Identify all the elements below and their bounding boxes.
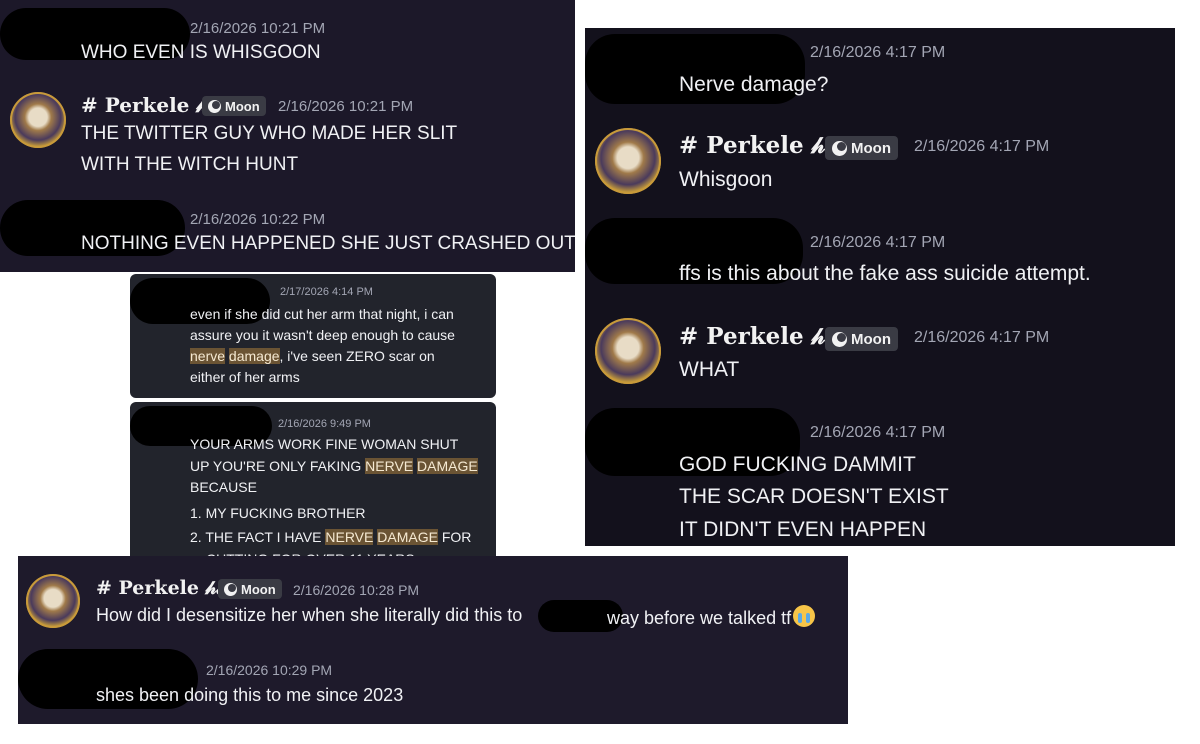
loudly-crying-face-icon xyxy=(793,605,816,627)
moon-icon xyxy=(832,331,847,347)
message-timestamp: 2/16/2026 9:49 PM xyxy=(278,418,371,430)
message-text: THE SCAR DOESN'T EXIST xyxy=(679,485,949,508)
message-text: shes been doing this to me since 2023 xyxy=(96,685,404,705)
role-badge: Moon xyxy=(825,327,898,351)
user-avatar[interactable] xyxy=(26,574,80,628)
user-avatar[interactable] xyxy=(10,92,66,148)
message-timestamp: 2/16/2026 10:21 PM xyxy=(190,20,326,37)
user-avatar[interactable] xyxy=(595,128,661,194)
search-highlight: damage xyxy=(228,348,280,364)
list-item: 1. MY FUCKING BROTHER xyxy=(190,505,366,521)
message-text: way before we talked tf xyxy=(607,605,816,629)
message-timestamp: 2/16/2026 4:17 PM xyxy=(810,44,946,61)
moon-icon xyxy=(224,582,237,596)
message-text: How did I desensitize her when she liter… xyxy=(96,605,523,625)
message-timestamp: 2/16/2026 10:29 PM xyxy=(206,662,333,678)
message-text: BECAUSE xyxy=(190,479,257,495)
screenshot-panel-right: 2/16/2026 4:17 PM Nerve damage? # Perkel… xyxy=(585,28,1175,546)
message-timestamp: 2/16/2026 10:22 PM xyxy=(190,211,326,228)
role-badge: Moon xyxy=(202,96,266,116)
message-text-segment: 2. THE FACT I HAVE xyxy=(190,529,326,545)
message-card: 2/17/2026 4:14 PM even if she did cut he… xyxy=(130,274,496,398)
message-text: THE TWITTER GUY WHO MADE HER SLIT xyxy=(81,123,458,144)
user-avatar[interactable] xyxy=(595,318,661,384)
message-text-segment: FOR xyxy=(437,529,472,545)
role-badge: Moon xyxy=(825,136,898,160)
badge-label: Moon xyxy=(225,98,260,114)
badge-label: Moon xyxy=(851,139,891,157)
list-item: 2. THE FACT I HAVE NERVE DAMAGE FOR xyxy=(190,529,471,545)
screenshot-panel-bottom: # Perkele 𝒽𝒶.’ Moon 2/16/2026 10:28 PM H… xyxy=(18,556,848,724)
screenshot-panel-middle: 2/17/2026 4:14 PM even if she did cut he… xyxy=(128,272,498,577)
message-timestamp: 2/16/2026 4:17 PM xyxy=(914,329,1050,346)
search-highlight: DAMAGE xyxy=(377,529,438,545)
badge-label: Moon xyxy=(241,581,276,597)
message-text: YOUR ARMS WORK FINE WOMAN SHUT xyxy=(190,436,459,452)
message-text-segment: , i've seen ZERO scar on xyxy=(279,348,435,364)
message-text: NOTHING EVEN HAPPENED SHE JUST CRASHED O… xyxy=(81,233,575,254)
message-text: Whisgoon xyxy=(679,168,773,191)
message-text: WITH THE WITCH HUNT xyxy=(81,154,299,175)
search-highlight: nerve xyxy=(190,348,226,364)
message-timestamp: 2/17/2026 4:14 PM xyxy=(280,286,373,298)
search-highlight: DAMAGE xyxy=(417,458,478,474)
search-highlight: NERVE xyxy=(365,458,414,474)
message-text: GOD FUCKING DAMMIT xyxy=(679,453,916,476)
message-text: IT DIDN'T EVEN HAPPEN xyxy=(679,518,927,541)
message-timestamp: 2/16/2026 4:17 PM xyxy=(810,234,946,251)
search-highlight: NERVE xyxy=(325,529,374,545)
moon-icon xyxy=(208,99,221,113)
screenshot-panel-top-left: 2/16/2026 10:21 PM WHO EVEN IS WHISGOON … xyxy=(0,0,575,272)
message-text-segment: UP YOU'RE ONLY FAKING xyxy=(190,458,366,474)
badge-label: Moon xyxy=(851,330,891,348)
message-text: WHAT xyxy=(679,358,740,381)
message-timestamp: 2/16/2026 10:21 PM xyxy=(278,98,414,115)
message-text: either of her arms xyxy=(190,369,300,385)
message-text: even if she did cut her arm that night, … xyxy=(190,306,454,322)
role-badge: Moon xyxy=(218,579,282,599)
message-text: ffs is this about the fake ass suicide a… xyxy=(679,262,1091,285)
message-text: Nerve damage? xyxy=(679,73,829,96)
message-text: assure you it wasn't deep enough to caus… xyxy=(190,327,455,343)
message-timestamp: 2/16/2026 4:17 PM xyxy=(810,424,946,441)
message-text: UP YOU'RE ONLY FAKING NERVE DAMAGE xyxy=(190,458,478,474)
message-text: WHO EVEN IS WHISGOON xyxy=(81,42,321,63)
message-card: 2/16/2026 9:49 PM YOUR ARMS WORK FINE WO… xyxy=(130,402,496,576)
message-timestamp: 2/16/2026 10:28 PM xyxy=(293,582,420,598)
moon-icon xyxy=(832,140,847,156)
message-timestamp: 2/16/2026 4:17 PM xyxy=(914,138,1050,155)
message-text: nerve damage, i've seen ZERO scar on xyxy=(190,348,435,364)
message-text-segment: way before we talked tf xyxy=(607,608,792,628)
